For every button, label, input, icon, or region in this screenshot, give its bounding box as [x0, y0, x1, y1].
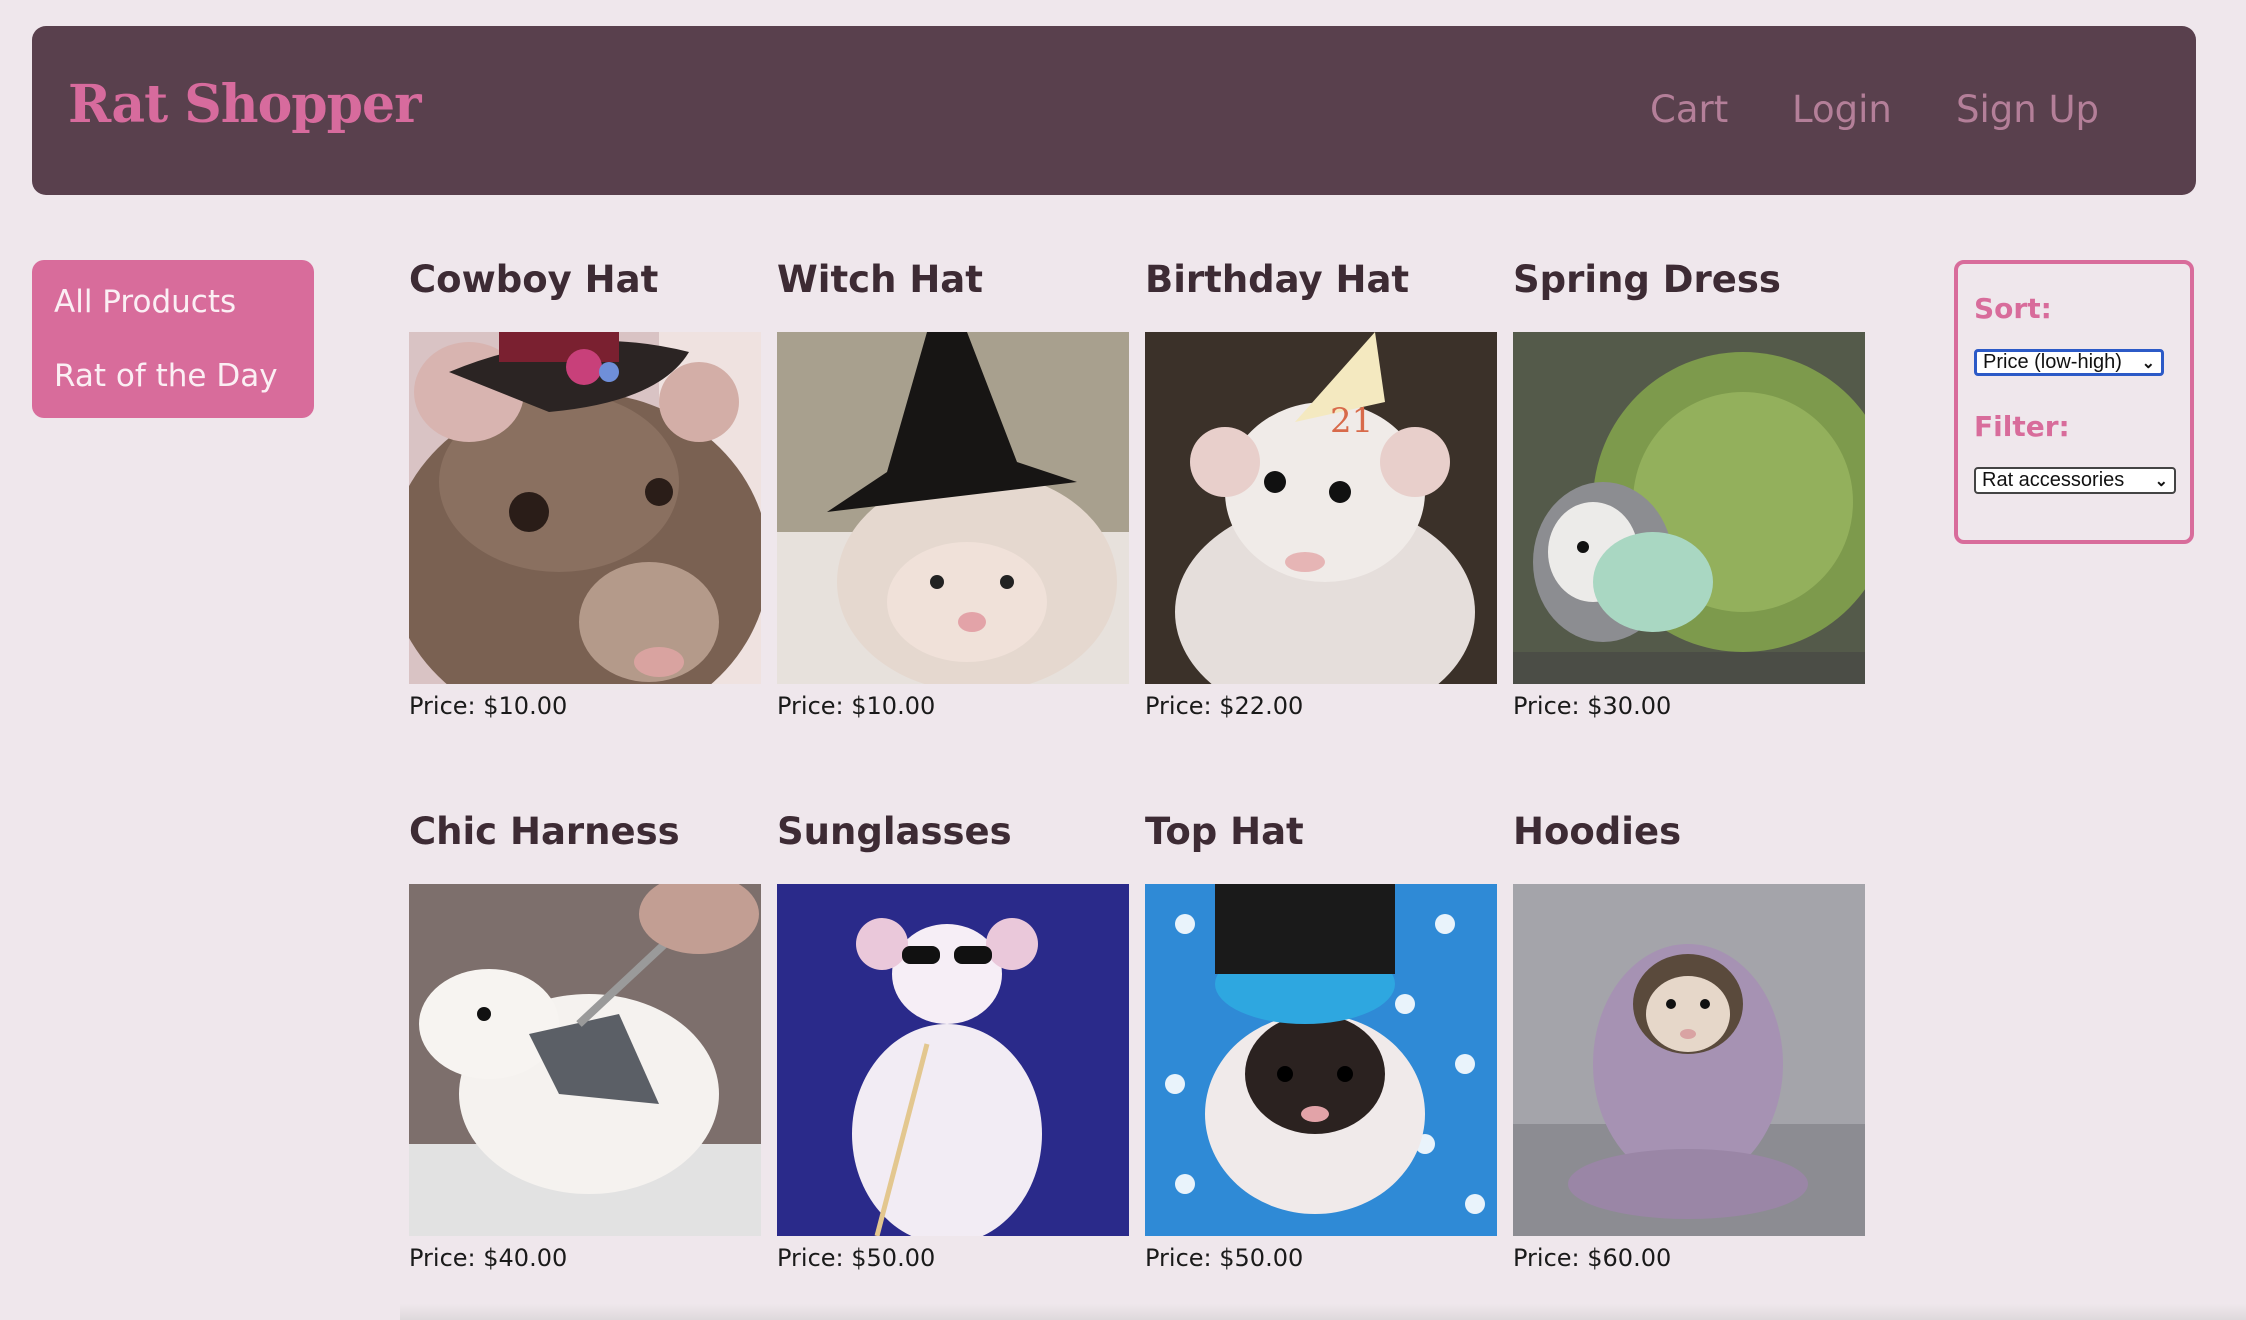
- product-price: Price: $22.00: [1145, 692, 1304, 720]
- product-title[interactable]: Cowboy Hat: [409, 258, 761, 332]
- product-price: Price: $40.00: [409, 1244, 568, 1272]
- product-title[interactable]: Top Hat: [1145, 810, 1497, 884]
- nav-cart-link[interactable]: Cart: [1650, 88, 1728, 131]
- product-title[interactable]: Hoodies: [1513, 810, 1865, 884]
- product-image[interactable]: [777, 884, 1129, 1236]
- sort-select[interactable]: Price (low-high) ⌄: [1974, 349, 2164, 376]
- bottom-shadow: [400, 1304, 2246, 1320]
- product-image[interactable]: [1513, 332, 1865, 684]
- product-card[interactable]: Spring Dress Price: $30.00: [1513, 258, 1865, 720]
- product-image[interactable]: [777, 332, 1129, 684]
- chevron-down-icon: ⌄: [2154, 472, 2168, 490]
- sort-label: Sort:: [1974, 292, 2052, 325]
- product-price: Price: $50.00: [1145, 1244, 1304, 1272]
- sidebar-item-all-products[interactable]: All Products: [54, 265, 292, 339]
- product-price: Price: $10.00: [409, 692, 568, 720]
- sort-filter-panel: Sort: Price (low-high) ⌄ Filter: Rat acc…: [1954, 260, 2194, 544]
- product-price: Price: $30.00: [1513, 692, 1672, 720]
- product-price: Price: $60.00: [1513, 1244, 1672, 1272]
- product-card[interactable]: Birthday Hat 21 Price: $22.00: [1145, 258, 1497, 720]
- sidebar-item-rat-of-the-day[interactable]: Rat of the Day: [54, 339, 292, 413]
- product-image[interactable]: [1513, 884, 1865, 1236]
- product-card[interactable]: Hoodies Price: $60.00: [1513, 810, 1865, 1272]
- top-navbar: Rat Shopper Cart Login Sign Up: [32, 26, 2196, 195]
- product-price: Price: $10.00: [777, 692, 936, 720]
- brand-logo[interactable]: Rat Shopper: [68, 74, 421, 135]
- filter-select[interactable]: Rat accessories ⌄: [1974, 467, 2176, 494]
- product-card[interactable]: Witch Hat Price: $10.00: [777, 258, 1129, 720]
- chevron-down-icon: ⌄: [2141, 354, 2155, 372]
- product-image[interactable]: 21: [1145, 332, 1497, 684]
- product-price: Price: $50.00: [777, 1244, 936, 1272]
- product-image[interactable]: [409, 884, 761, 1236]
- product-title[interactable]: Sunglasses: [777, 810, 1129, 884]
- filter-select-value: Rat accessories: [1982, 469, 2125, 491]
- nav-signup-link[interactable]: Sign Up: [1956, 88, 2099, 131]
- product-image[interactable]: [409, 332, 761, 684]
- product-card[interactable]: Top Hat Price: $50.00: [1145, 810, 1497, 1272]
- sort-select-value: Price (low-high): [1983, 351, 2122, 373]
- product-title[interactable]: Witch Hat: [777, 258, 1129, 332]
- filter-label: Filter:: [1974, 410, 2070, 443]
- svg-text:21: 21: [1330, 401, 1373, 441]
- category-sidebar: All Products Rat of the Day: [32, 260, 314, 418]
- product-title[interactable]: Chic Harness: [409, 810, 761, 884]
- product-card[interactable]: Chic Harness Price: $40.00: [409, 810, 761, 1272]
- product-title[interactable]: Spring Dress: [1513, 258, 1865, 332]
- product-title[interactable]: Birthday Hat: [1145, 258, 1497, 332]
- product-image[interactable]: [1145, 884, 1497, 1236]
- product-card[interactable]: Cowboy Hat Price: $10.00: [409, 258, 761, 720]
- nav-login-link[interactable]: Login: [1792, 88, 1892, 131]
- product-card[interactable]: Sunglasses Price: $50.00: [777, 810, 1129, 1272]
